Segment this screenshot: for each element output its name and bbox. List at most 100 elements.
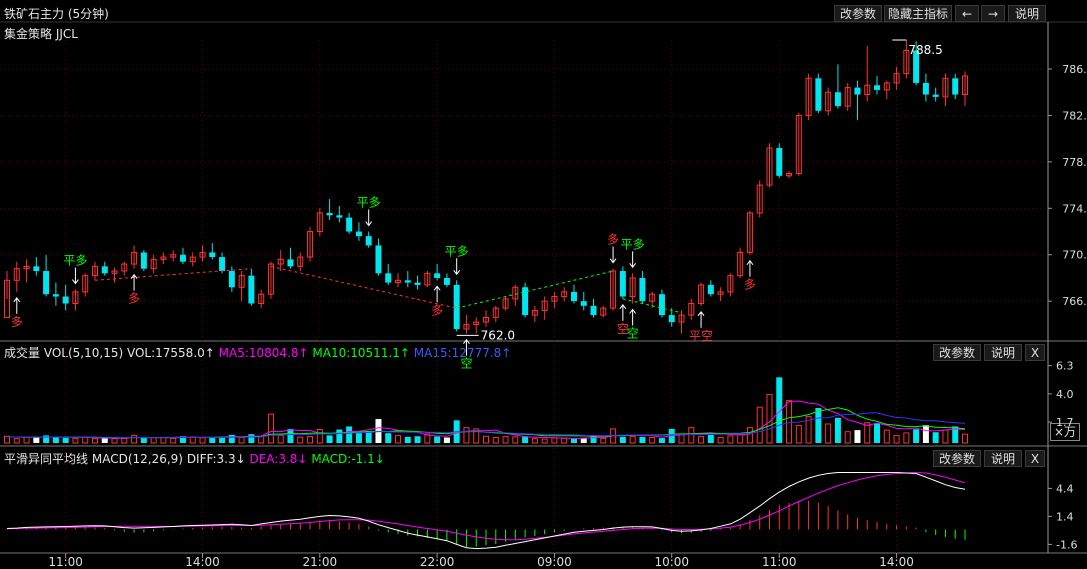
candle-body xyxy=(414,282,421,285)
volume-bar xyxy=(140,438,147,443)
volume-bar xyxy=(531,438,538,444)
volume-bar xyxy=(795,425,802,444)
volume-bar xyxy=(131,434,138,444)
volume-bar xyxy=(512,436,519,444)
candle-body xyxy=(639,277,646,302)
volume-bar xyxy=(825,423,832,444)
candle-body xyxy=(355,231,362,237)
candle-body xyxy=(33,266,40,271)
time-axis-label: 21:00 xyxy=(303,555,338,569)
volume-bar xyxy=(414,436,421,443)
volume-bar xyxy=(619,436,626,443)
volume-bar xyxy=(786,400,793,444)
candle-body xyxy=(326,212,333,216)
volume-bar xyxy=(903,432,910,444)
signal-label: 多 xyxy=(607,233,619,247)
volume-bar xyxy=(746,427,753,444)
signal-label: 平多 xyxy=(63,254,87,268)
volume-bar xyxy=(150,437,157,444)
volume-bar xyxy=(678,434,685,444)
candle-body xyxy=(346,217,353,232)
candle-body xyxy=(874,85,881,90)
volume-bar xyxy=(756,406,763,444)
signal-arrow-down-icon xyxy=(629,251,637,269)
volume-bar xyxy=(463,427,470,444)
volume-bar xyxy=(688,427,695,444)
signal-label: 平多 xyxy=(621,237,645,251)
main-y-tick-label: 774.0 xyxy=(1062,202,1087,215)
candle-body xyxy=(952,78,959,95)
volume-bar xyxy=(238,437,245,444)
signal-arrow-down-icon xyxy=(72,267,79,285)
volume-bar xyxy=(844,431,851,444)
time-axis-label: 10:00 xyxy=(654,555,689,569)
signal-arrow-up-icon xyxy=(130,273,138,291)
volume-bar xyxy=(160,436,167,444)
main-y-tick-label: 766.0 xyxy=(1062,295,1087,308)
volume-bar xyxy=(766,394,773,444)
candle-body xyxy=(43,270,50,295)
time-axis-label: 22:00 xyxy=(420,555,455,569)
volume-bar xyxy=(101,437,108,443)
candle-body xyxy=(248,275,255,304)
signal-label: 平多 xyxy=(357,196,381,210)
signal-arrow-up-icon xyxy=(619,304,627,321)
main-y-tick-label: 782.0 xyxy=(1062,109,1087,122)
signal-label: 空 xyxy=(627,326,639,340)
volume-bar xyxy=(874,423,881,443)
volume-bar xyxy=(639,436,646,443)
candle-body xyxy=(101,266,108,274)
candle-body xyxy=(590,305,597,316)
volume-bar xyxy=(82,436,89,444)
time-axis-label: 14:00 xyxy=(879,555,914,569)
candle-body xyxy=(404,280,411,283)
signal-label: 平多 xyxy=(445,244,469,258)
time-axis-label: 11:00 xyxy=(48,555,83,569)
candle-body xyxy=(336,215,343,218)
candle-body xyxy=(375,245,382,274)
volume-bar xyxy=(492,436,499,444)
low-price-label: 762.0 xyxy=(481,328,515,342)
candle-body xyxy=(453,284,460,330)
candle-body xyxy=(776,147,783,176)
volume-bar xyxy=(727,435,734,444)
volume-bar xyxy=(13,438,20,444)
candle-body xyxy=(219,257,226,271)
volume-bar xyxy=(23,436,30,444)
candle-body xyxy=(140,252,147,269)
volume-bar xyxy=(307,436,314,444)
volume-bar xyxy=(62,437,69,443)
signal-arrow-up-icon xyxy=(13,297,21,314)
volume-bar xyxy=(355,432,362,443)
volume-bar xyxy=(326,435,333,443)
candle-body xyxy=(228,270,235,288)
signal-label: 多 xyxy=(744,278,756,292)
signal-arrow-up-icon xyxy=(629,308,637,326)
signal-arrow-down-icon xyxy=(365,209,373,227)
main-y-tick-label: 786.0 xyxy=(1062,63,1087,76)
signal-arrow-up-icon xyxy=(746,259,754,277)
volume-bar xyxy=(287,428,294,443)
volume-bar xyxy=(649,436,656,444)
volume-bar xyxy=(541,438,548,444)
signal-arrow-up-icon xyxy=(463,338,470,356)
candle-body xyxy=(707,284,714,295)
candle-body xyxy=(854,87,861,95)
signal-label: 多 xyxy=(431,303,443,317)
signal-arrow-up-icon xyxy=(433,285,441,303)
candle-body xyxy=(668,315,675,323)
candle-body xyxy=(385,273,392,283)
volume-bar xyxy=(834,417,841,443)
signal-arrow-up-icon xyxy=(697,310,705,328)
candle-body xyxy=(658,294,665,316)
volume-bar xyxy=(590,435,597,443)
volume-bar xyxy=(91,438,98,444)
volume-bar xyxy=(72,437,79,444)
volume-bar xyxy=(717,436,724,444)
candle-body xyxy=(570,291,577,302)
volume-bar xyxy=(248,434,255,443)
signal-label: 多 xyxy=(11,315,23,329)
macd-y-tick-label: 1.4 xyxy=(1056,510,1074,523)
volume-y-tick-label: 1.7 xyxy=(1056,416,1074,429)
signal-label: 空 xyxy=(460,357,472,371)
